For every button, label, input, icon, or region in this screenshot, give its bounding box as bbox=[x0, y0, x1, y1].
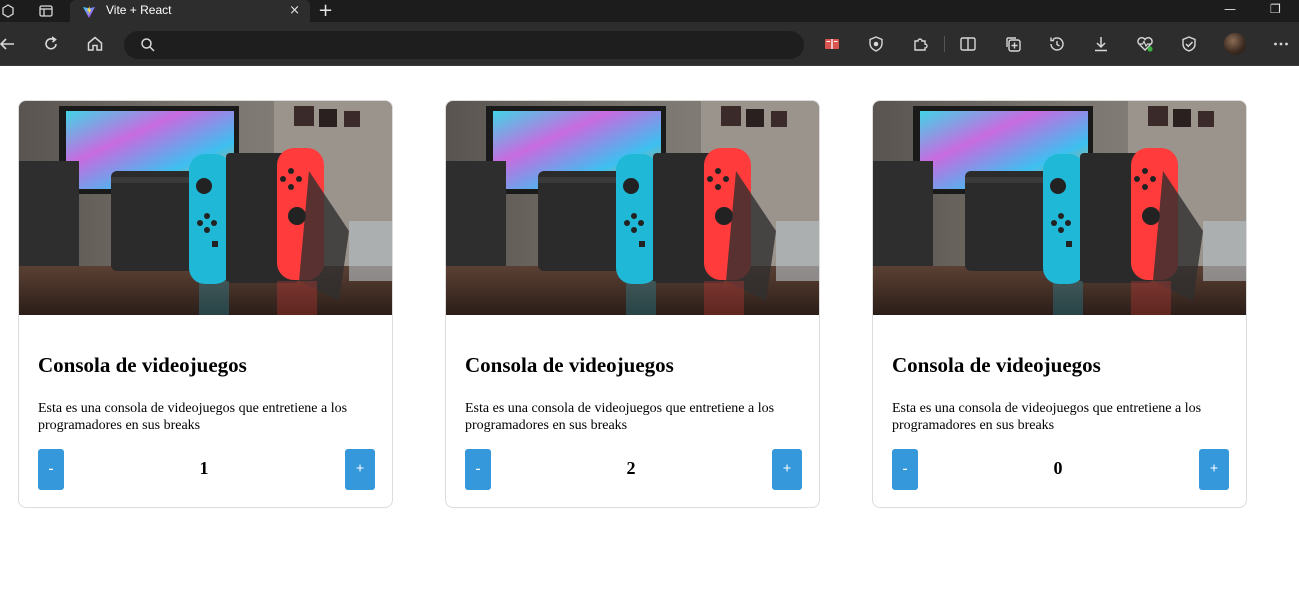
extensions-icon[interactable] bbox=[910, 34, 930, 54]
card-title: Consola de videojuegos bbox=[38, 353, 247, 377]
collections-icon[interactable] bbox=[1003, 34, 1023, 54]
tab-close-icon[interactable]: × bbox=[289, 3, 300, 19]
decrement-button[interactable]: - bbox=[892, 449, 918, 490]
product-card: Consola de videojuegos Esta es una conso… bbox=[445, 100, 820, 508]
page-content: Consola de videojuegos Esta es una conso… bbox=[0, 66, 1299, 595]
shield-icon[interactable] bbox=[866, 34, 886, 54]
tab-actions-icon[interactable] bbox=[38, 3, 54, 19]
tab-title: Vite + React bbox=[106, 3, 172, 17]
browser-essentials-icon[interactable] bbox=[1179, 34, 1199, 54]
more-icon[interactable] bbox=[1271, 34, 1291, 54]
console-image bbox=[19, 101, 392, 315]
console-image bbox=[873, 101, 1246, 315]
browser-tab-bar: Vite + React × + — ❐ bbox=[0, 0, 1299, 22]
restore-button[interactable]: ❐ bbox=[1270, 2, 1281, 16]
health-icon[interactable] bbox=[1135, 34, 1155, 54]
card-title: Consola de videojuegos bbox=[892, 353, 1101, 377]
home-icon[interactable] bbox=[85, 34, 105, 54]
counter-value: 2 bbox=[626, 458, 636, 478]
decrement-button[interactable]: - bbox=[38, 449, 64, 490]
workspaces-icon[interactable] bbox=[0, 3, 16, 19]
minimize-button[interactable]: — bbox=[1224, 2, 1236, 16]
toolbar-divider bbox=[944, 36, 945, 52]
decrement-button[interactable]: - bbox=[465, 449, 491, 490]
card-description: Esta es una consola de videojuegos que e… bbox=[892, 401, 1202, 433]
back-icon[interactable] bbox=[0, 34, 18, 54]
card-description: Esta es una consola de videojuegos que e… bbox=[38, 401, 348, 433]
download-icon[interactable] bbox=[1091, 34, 1111, 54]
increment-button[interactable]: + bbox=[345, 449, 375, 490]
address-bar[interactable] bbox=[124, 31, 804, 59]
increment-button[interactable]: + bbox=[772, 449, 802, 490]
card-description: Esta es una consola de videojuegos que e… bbox=[465, 401, 775, 433]
product-card: Consola de videojuegos Esta es una conso… bbox=[872, 100, 1247, 508]
reader-icon[interactable] bbox=[822, 34, 842, 54]
search-icon bbox=[140, 37, 156, 53]
counter-value: 0 bbox=[1053, 458, 1063, 478]
vite-logo-icon bbox=[82, 4, 96, 18]
increment-button[interactable]: + bbox=[1199, 449, 1229, 490]
history-icon[interactable] bbox=[1047, 34, 1067, 54]
tab-vite-react[interactable]: Vite + React × bbox=[70, 0, 310, 22]
split-screen-icon[interactable] bbox=[958, 34, 978, 54]
reload-icon[interactable] bbox=[41, 34, 61, 54]
browser-toolbar bbox=[0, 22, 1299, 66]
new-tab-button[interactable]: + bbox=[318, 1, 333, 21]
product-card: Consola de videojuegos Esta es una conso… bbox=[18, 100, 393, 508]
counter-value: 1 bbox=[199, 458, 209, 478]
console-image bbox=[446, 101, 819, 315]
profile-avatar[interactable] bbox=[1224, 33, 1246, 55]
card-title: Consola de videojuegos bbox=[465, 353, 674, 377]
